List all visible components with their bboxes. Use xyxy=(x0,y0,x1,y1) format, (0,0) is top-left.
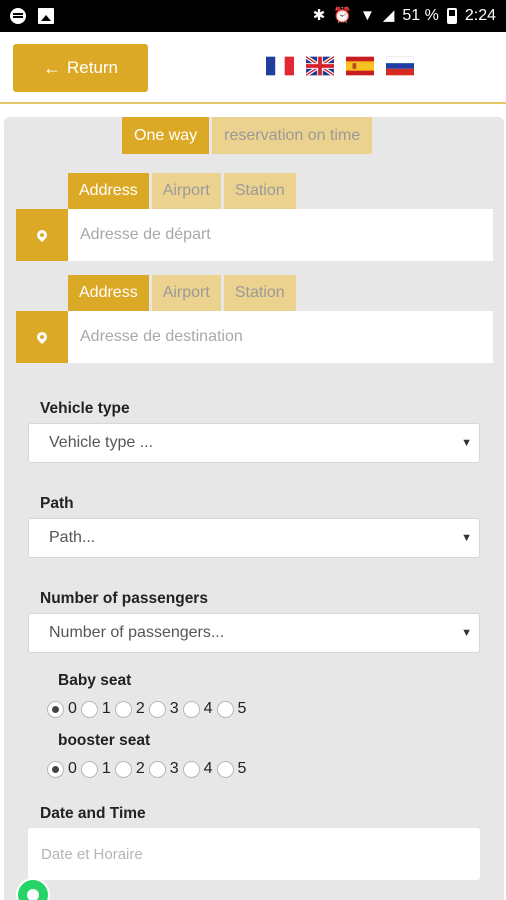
baby-seat-radio-group: 0 1 2 3 4 5 xyxy=(47,700,250,718)
datetime-input[interactable] xyxy=(28,828,480,880)
passengers-select[interactable]: Number of passengers... ▼ xyxy=(28,613,480,653)
vehicle-type-value: Vehicle type ... xyxy=(49,434,154,451)
return-label: Return xyxy=(66,58,119,77)
path-value: Path... xyxy=(49,529,96,546)
booster-seat-option-5[interactable]: 5 xyxy=(216,760,246,778)
tab-departure-station[interactable]: Station xyxy=(223,173,296,209)
radio-icon[interactable] xyxy=(148,700,166,718)
status-bar: ✱ ⏰ ▼ ◢ 51 % 2:24 xyxy=(0,0,506,32)
vehicle-type-select[interactable]: Vehicle type ... ▼ xyxy=(28,423,480,463)
caret-down-icon: ▼ xyxy=(461,627,472,639)
alarm-icon: ⏰ xyxy=(333,7,352,24)
destination-type-tabs: Address Airport Station xyxy=(68,275,296,311)
radio-icon[interactable] xyxy=(182,760,200,778)
booster-seat-radio-group: 0 1 2 3 4 5 xyxy=(47,760,250,778)
uk-flag-icon[interactable] xyxy=(306,56,334,76)
passengers-value: Number of passengers... xyxy=(49,624,225,641)
radio-icon[interactable] xyxy=(114,700,132,718)
radio-icon[interactable] xyxy=(216,700,234,718)
baby-seat-option-1[interactable]: 1 xyxy=(80,700,111,718)
radio-icon[interactable] xyxy=(80,760,98,778)
booster-seat-option-0[interactable]: 0 xyxy=(47,760,77,778)
radio-icon[interactable] xyxy=(148,760,166,778)
radio-checked-icon[interactable] xyxy=(47,760,64,778)
russia-flag-icon[interactable] xyxy=(386,56,414,76)
vehicle-type-label: Vehicle type xyxy=(40,400,130,417)
arrow-left-icon: ← xyxy=(42,57,61,78)
spotify-icon xyxy=(10,8,26,24)
battery-percent: 51 % xyxy=(402,7,439,24)
baby-seat-label: Baby seat xyxy=(58,672,132,689)
battery-icon xyxy=(446,8,457,24)
caret-down-icon: ▼ xyxy=(461,532,472,544)
datetime-label: Date and Time xyxy=(40,805,146,822)
baby-seat-option-2[interactable]: 2 xyxy=(114,700,145,718)
tab-departure-airport[interactable]: Airport xyxy=(151,173,221,209)
booster-seat-option-2[interactable]: 2 xyxy=(114,760,145,778)
departure-address-input[interactable] xyxy=(68,209,493,261)
tab-destination-address[interactable]: Address xyxy=(68,275,149,311)
path-label: Path xyxy=(40,495,74,512)
booster-seat-option-3[interactable]: 3 xyxy=(148,760,179,778)
tab-departure-address[interactable]: Address xyxy=(68,173,149,209)
radio-icon[interactable] xyxy=(182,700,200,718)
france-flag-icon[interactable] xyxy=(266,56,294,76)
departure-row xyxy=(16,209,493,261)
booster-seat-option-1[interactable]: 1 xyxy=(80,760,111,778)
tab-one-way[interactable]: One way xyxy=(122,117,210,154)
tab-destination-station[interactable]: Station xyxy=(223,275,296,311)
app-header: ← Return xyxy=(0,32,506,104)
image-notification-icon xyxy=(38,8,54,24)
baby-seat-option-0[interactable]: 0 xyxy=(47,700,77,718)
trip-type-tabs: One way reservation on time xyxy=(122,117,373,154)
spain-flag-icon[interactable] xyxy=(346,56,374,76)
baby-seat-option-3[interactable]: 3 xyxy=(148,700,179,718)
baby-seat-option-4[interactable]: 4 xyxy=(182,700,213,718)
radio-checked-icon[interactable] xyxy=(47,700,64,718)
booster-seat-label: booster seat xyxy=(58,732,151,749)
map-pin-icon xyxy=(16,311,68,363)
clock: 2:24 xyxy=(464,7,496,24)
radio-icon[interactable] xyxy=(80,700,98,718)
bluetooth-icon: ✱ xyxy=(312,7,326,24)
booster-seat-option-4[interactable]: 4 xyxy=(182,760,213,778)
language-flags xyxy=(266,56,414,76)
radio-icon[interactable] xyxy=(114,760,132,778)
baby-seat-option-5[interactable]: 5 xyxy=(216,700,246,718)
whatsapp-icon xyxy=(27,889,39,900)
caret-down-icon: ▼ xyxy=(461,437,472,449)
wifi-icon: ▼ xyxy=(359,7,375,24)
return-button[interactable]: ← Return xyxy=(13,44,148,92)
departure-type-tabs: Address Airport Station xyxy=(68,173,296,209)
radio-icon[interactable] xyxy=(216,760,234,778)
path-select[interactable]: Path... ▼ xyxy=(28,518,480,558)
destination-address-input[interactable] xyxy=(68,311,493,363)
tab-reservation-on-time[interactable]: reservation on time xyxy=(212,117,373,154)
booking-form-panel: One way reservation on time Address Airp… xyxy=(4,117,504,900)
map-pin-icon xyxy=(16,209,68,261)
tab-destination-airport[interactable]: Airport xyxy=(151,275,221,311)
destination-row xyxy=(16,311,493,363)
signal-icon: ◢ xyxy=(382,7,395,24)
passengers-label: Number of passengers xyxy=(40,590,208,607)
